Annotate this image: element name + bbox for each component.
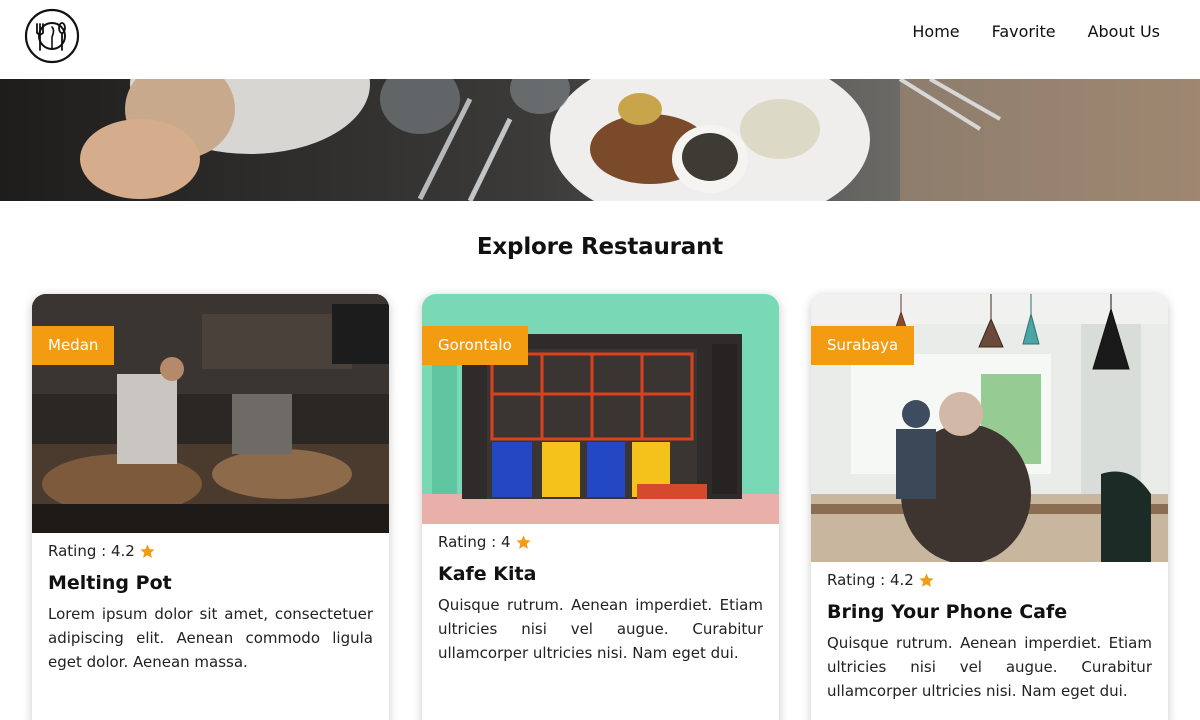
- app-header: Home Favorite About Us: [0, 0, 1200, 79]
- restaurant-name[interactable]: Bring Your Phone Cafe: [827, 600, 1152, 624]
- restaurant-description: Quisque rutrum. Aenean imperdiet. Etiam …: [438, 596, 763, 662]
- card-body: Rating : 4.2 Melting Pot Lorem ipsum dol…: [32, 533, 389, 674]
- nav-favorite-link[interactable]: Favorite: [992, 22, 1056, 42]
- city-badge: Surabaya: [811, 326, 915, 365]
- cutlery-plate-icon[interactable]: [24, 8, 80, 64]
- rating: Rating : 4.2: [48, 541, 373, 561]
- rating: Rating : 4.2: [827, 570, 1152, 590]
- restaurant-description: Lorem ipsum dolor sit amet, consectetuer…: [48, 605, 373, 671]
- restaurant-card[interactable]: Surabaya Rating : 4.2 Bring Your Phone C…: [811, 294, 1168, 720]
- section-title: Explore Restaurant: [476, 234, 724, 260]
- restaurant-image: Surabaya: [811, 294, 1168, 562]
- star-icon: [515, 534, 531, 549]
- city-badge: Gorontalo: [422, 326, 528, 365]
- card-body: Rating : 4 Kafe Kita Quisque rutrum. Aen…: [422, 524, 779, 665]
- restaurant-name[interactable]: Kafe Kita: [438, 562, 763, 586]
- rating: Rating : 4: [438, 532, 763, 552]
- nav-about-link[interactable]: About Us: [1088, 22, 1160, 42]
- card-body: Rating : 4.2 Bring Your Phone Cafe Quisq…: [811, 562, 1168, 703]
- restaurant-card[interactable]: Medan Rating : 4.2 Melting Pot Lorem ips…: [32, 294, 389, 720]
- restaurant-description: Quisque rutrum. Aenean imperdiet. Etiam …: [827, 634, 1152, 700]
- rating-label: Rating : 4.2: [827, 571, 914, 589]
- star-icon: [919, 572, 934, 587]
- main-nav: Home Favorite About Us: [912, 22, 1160, 42]
- rating-label: Rating : 4.2: [48, 542, 135, 560]
- restaurant-image: Gorontalo: [422, 294, 779, 524]
- restaurant-image: Medan: [32, 294, 389, 533]
- restaurant-card[interactable]: Gorontalo Rating : 4 Kafe Kita Quisque r…: [422, 294, 779, 720]
- restaurant-name[interactable]: Melting Pot: [48, 571, 373, 595]
- hero-image: [0, 79, 1200, 201]
- city-badge: Medan: [32, 326, 115, 365]
- rating-label: Rating : 4: [438, 533, 511, 551]
- star-icon: [140, 543, 155, 558]
- nav-home-link[interactable]: Home: [912, 22, 959, 42]
